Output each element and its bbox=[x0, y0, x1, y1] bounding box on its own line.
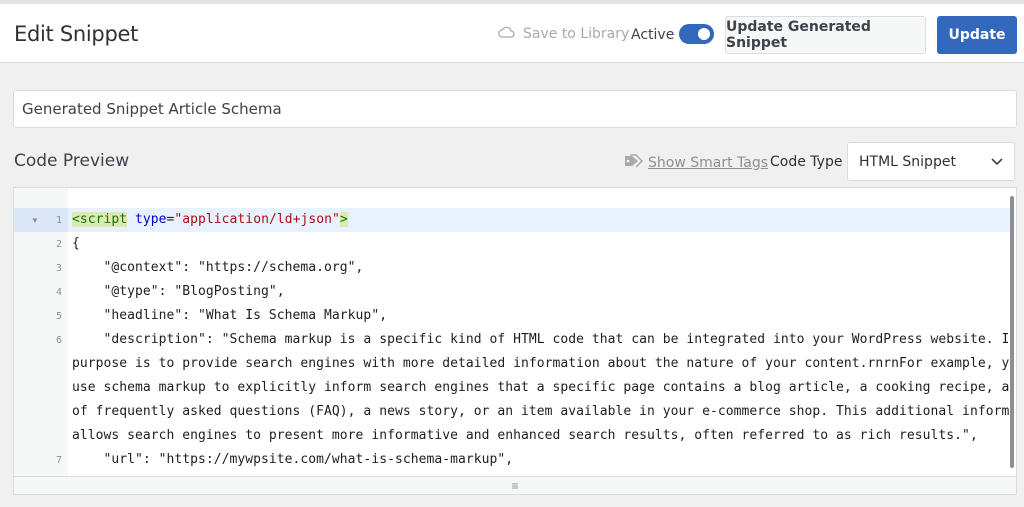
line-number: 3 bbox=[55, 263, 62, 274]
page-title: Edit Snippet bbox=[14, 22, 139, 46]
line-number-gutter: ▼ 1 2 3 4 5 6 7 bbox=[14, 188, 68, 476]
code-line-7: "url": "https://mywpsite.com/what-is-sch… bbox=[72, 452, 514, 467]
vertical-scrollbar[interactable] bbox=[1008, 188, 1016, 476]
code-area[interactable]: <script type="application/ld+json"> { "@… bbox=[68, 188, 1010, 476]
show-smart-tags-link[interactable]: Show Smart Tags bbox=[624, 154, 768, 172]
snippet-title-input[interactable]: Generated Snippet Article Schema bbox=[13, 90, 1017, 128]
active-label: Active bbox=[631, 27, 675, 43]
code-line-4: "@type": "BlogPosting", bbox=[72, 284, 285, 299]
line-number: 6 bbox=[55, 335, 62, 346]
code-line-2: { bbox=[72, 236, 80, 251]
resize-handle[interactable]: ≡ bbox=[14, 476, 1016, 494]
code-preview-label: Code Preview bbox=[14, 151, 130, 171]
code-line-6-wrap: purpose is to provide search engines wit… bbox=[72, 356, 1010, 371]
show-smart-tags-label: Show Smart Tags bbox=[648, 155, 769, 171]
code-type-label: Code Type bbox=[770, 154, 843, 170]
line-number: 4 bbox=[55, 287, 62, 298]
code-line-5: "headline": "What Is Schema Markup", bbox=[72, 308, 388, 323]
scrollbar-thumb[interactable] bbox=[1010, 196, 1014, 468]
attr-name: type bbox=[127, 212, 167, 227]
code-type-select[interactable]: HTML Snippet bbox=[847, 142, 1015, 181]
drag-handle-icon: ≡ bbox=[511, 478, 519, 493]
code-line-6-wrap: use schema markup to explicitly inform s… bbox=[72, 380, 1010, 395]
line-number: 2 bbox=[55, 239, 62, 250]
tag-open: <script bbox=[72, 212, 128, 227]
save-to-library-label: Save to Library bbox=[523, 26, 630, 42]
tag-close: > bbox=[339, 212, 348, 227]
chevron-down-icon bbox=[991, 154, 1003, 170]
code-line-6: "description": "Schema markup is a speci… bbox=[72, 332, 1011, 347]
code-line-6-wrap: allows search engines to present more in… bbox=[72, 428, 978, 443]
update-generated-snippet-button[interactable]: Update Generated Snippet bbox=[725, 16, 926, 54]
line-number: 7 bbox=[55, 455, 62, 466]
active-toggle[interactable] bbox=[679, 24, 714, 44]
code-line-3: "@context": "https://schema.org", bbox=[72, 260, 364, 275]
code-editor[interactable]: ▼ 1 2 3 4 5 6 7 <script type="applicatio… bbox=[13, 187, 1017, 495]
line-number: 5 bbox=[55, 311, 62, 322]
top-bar: Edit Snippet Save to Library Active Upda… bbox=[0, 0, 1024, 63]
tags-icon bbox=[624, 154, 644, 172]
toggle-knob bbox=[698, 28, 710, 40]
attr-value: "application/ld+json" bbox=[174, 212, 340, 227]
save-to-library-button[interactable]: Save to Library bbox=[498, 26, 629, 42]
code-line-6-wrap: of frequently asked questions (FAQ), a n… bbox=[72, 404, 1010, 419]
line-number: 1 bbox=[55, 215, 62, 226]
update-button[interactable]: Update bbox=[937, 16, 1017, 54]
code-line-1: <script type="application/ld+json"> bbox=[72, 212, 348, 227]
cloud-icon bbox=[498, 26, 515, 42]
code-type-value: HTML Snippet bbox=[859, 153, 956, 170]
